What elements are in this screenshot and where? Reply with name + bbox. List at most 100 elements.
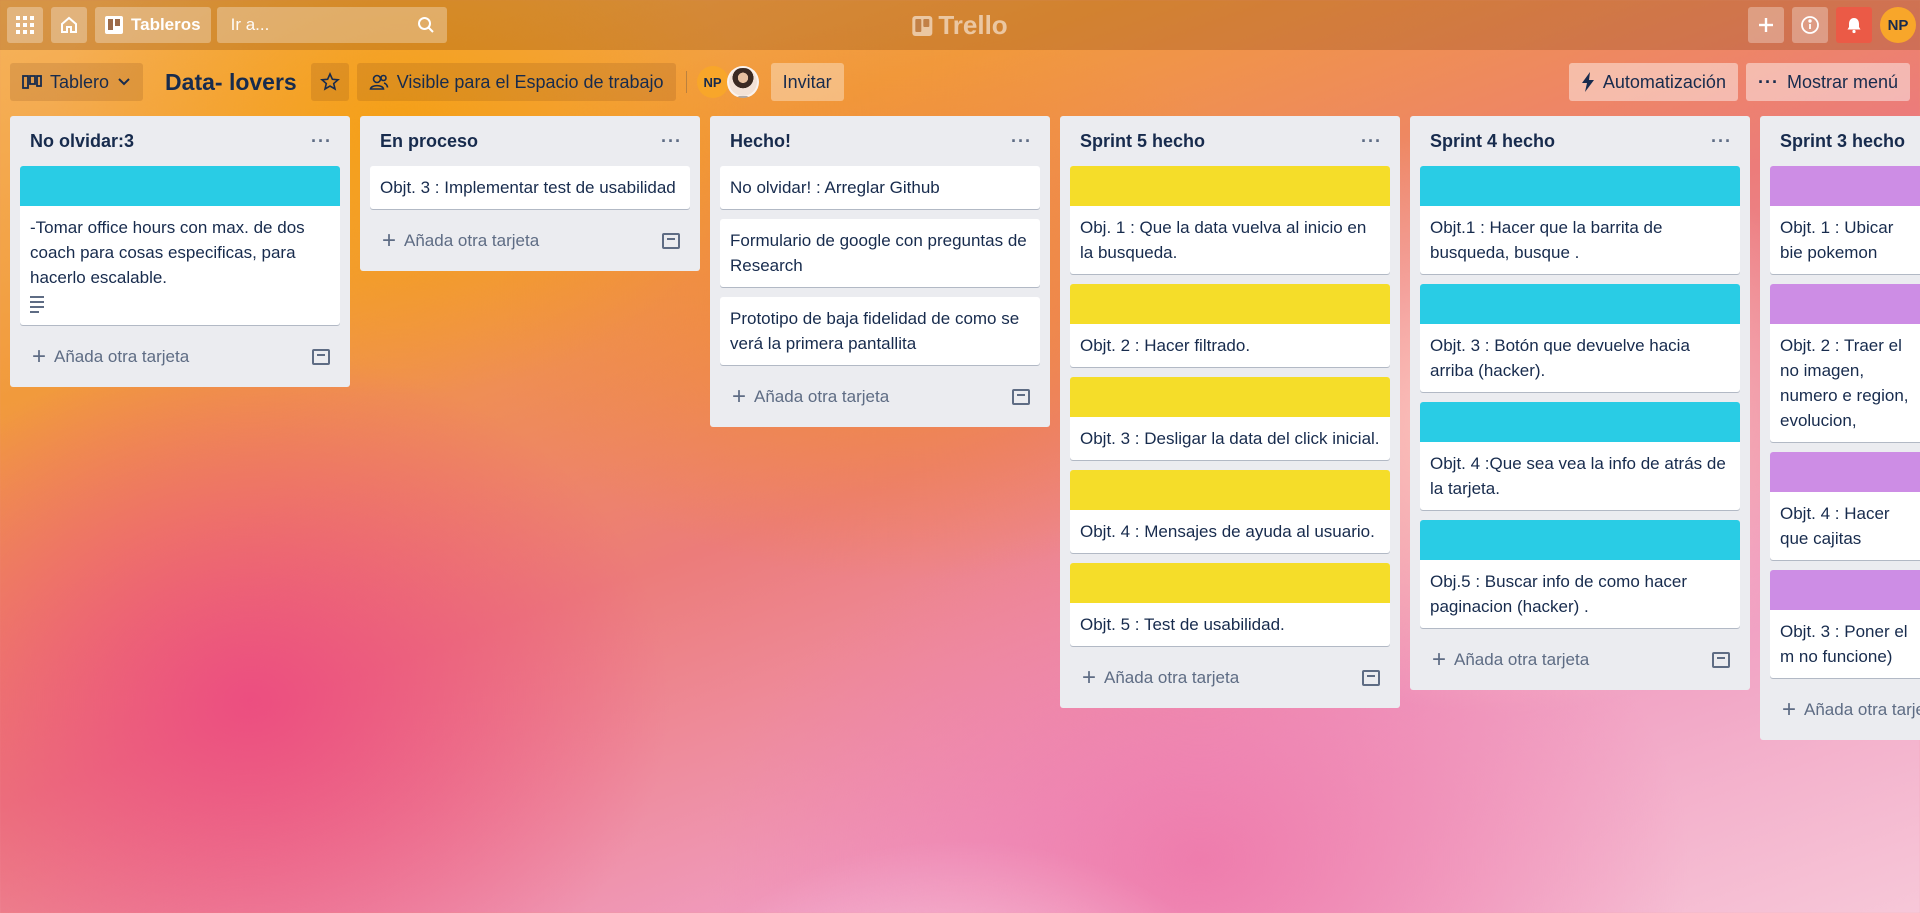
card[interactable]: Objt. 3 : Implementar test de usabilidad <box>370 166 690 209</box>
list-sprint-4: Sprint 4 hecho ··· Objt.1 : Hacer que la… <box>1410 116 1750 690</box>
plus-icon <box>1759 18 1773 32</box>
add-card-button[interactable]: + Añada otra tarjeta <box>732 385 890 409</box>
user-avatar[interactable]: NP <box>1880 7 1916 43</box>
list-menu-icon[interactable]: ··· <box>1361 131 1382 152</box>
list-title[interactable]: Hecho! <box>730 131 791 152</box>
add-card-button[interactable]: + Añada otra tarjeta <box>1782 698 1920 722</box>
card-text: Formulario de google con preguntas de Re… <box>730 231 1027 275</box>
list-menu-icon[interactable]: ··· <box>661 131 682 152</box>
people-icon <box>369 74 389 90</box>
list-sprint-3: Sprint 3 hecho Objt. 1 : Ubicar bie poke… <box>1760 116 1920 740</box>
card-cover <box>1420 402 1740 442</box>
card[interactable]: -Tomar office hours con max. de dos coac… <box>20 166 340 325</box>
card-template-icon[interactable] <box>1012 389 1030 405</box>
invite-label: Invitar <box>782 71 832 92</box>
board-view-icon <box>22 75 42 89</box>
card-template-icon[interactable] <box>662 233 680 249</box>
card-cover <box>1070 377 1390 417</box>
trello-logo[interactable]: Trello <box>912 10 1008 41</box>
card-text: Objt. 3 : Implementar test de usabilidad <box>380 178 676 197</box>
card[interactable]: Objt. 4 :Que sea vea la info de atrás de… <box>1420 402 1740 510</box>
add-card-label: Añada otra tarjeta <box>404 231 540 250</box>
boards-label: Tableros <box>131 15 201 34</box>
list-menu-icon[interactable]: ··· <box>1011 131 1032 152</box>
list-title[interactable]: Sprint 5 hecho <box>1080 131 1205 152</box>
list-title[interactable]: Sprint 4 hecho <box>1430 131 1555 152</box>
add-card-button[interactable]: + Añada otra tarjeta <box>1432 648 1590 672</box>
search-box[interactable] <box>216 7 447 43</box>
card[interactable]: Objt. 3 : Desligar la data del click ini… <box>1070 377 1390 460</box>
add-card-button[interactable]: + Añada otra tarjeta <box>1082 664 1239 691</box>
card-text: Objt. 3 : Desligar la data del click ini… <box>1080 429 1380 448</box>
notifications-button[interactable] <box>1836 7 1872 43</box>
card[interactable]: Objt. 5 : Test de usabilidad. <box>1070 563 1390 646</box>
card[interactable]: Objt. 3 : Botón que devuelve hacia arrib… <box>1420 284 1740 392</box>
create-button[interactable] <box>1748 7 1784 43</box>
add-card-row: + Añada otra tarjeta <box>370 219 690 263</box>
lightning-icon <box>1581 72 1594 92</box>
header-divider <box>685 71 687 93</box>
list-menu-icon[interactable]: ··· <box>311 131 332 152</box>
card-text: Objt. 2 : Hacer filtrado. <box>1080 336 1251 355</box>
board-icon <box>105 16 123 34</box>
card[interactable]: Formulario de google con preguntas de Re… <box>720 219 1040 287</box>
board-title[interactable]: Data- lovers <box>165 69 297 96</box>
card-template-icon[interactable] <box>312 349 330 365</box>
card-text: -Tomar office hours con max. de dos coac… <box>30 218 305 287</box>
list-title[interactable]: No olvidar:3 <box>30 131 134 152</box>
invite-button[interactable]: Invitar <box>770 63 844 101</box>
list-header[interactable]: Hecho! ··· <box>720 116 1040 166</box>
card-cover <box>1070 470 1390 510</box>
card[interactable]: Objt. 2 : Hacer filtrado. <box>1070 284 1390 367</box>
view-label: Tablero <box>50 71 110 92</box>
plus-icon: + <box>1082 664 1097 691</box>
card-text: Prototipo de baja fidelidad de como se v… <box>730 309 1020 353</box>
card-text: Objt. 3 : Poner el m no funcione) <box>1780 622 1908 666</box>
list-hecho: Hecho! ··· No olvidar! : Arreglar Github… <box>710 116 1050 427</box>
list-header[interactable]: Sprint 3 hecho <box>1770 116 1920 166</box>
add-card-button[interactable]: + Añada otra tarjeta <box>32 345 189 369</box>
list-header[interactable]: Sprint 5 hecho ··· <box>1070 116 1390 166</box>
list-no-olvidar: No olvidar:3 ··· -Tomar office hours con… <box>10 116 350 387</box>
visibility-button[interactable]: Visible para el Espacio de trabajo <box>356 63 676 101</box>
add-card-label: Añada otra tarjeta <box>754 387 890 406</box>
card[interactable]: Objt. 2 : Traer el no imagen, numero e r… <box>1770 284 1920 442</box>
card[interactable]: Obj. 1 : Que la data vuelva al inicio en… <box>1070 166 1390 274</box>
list-header[interactable]: Sprint 4 hecho ··· <box>1420 116 1740 166</box>
card[interactable]: Prototipo de baja fidelidad de como se v… <box>720 297 1040 365</box>
list-header[interactable]: En proceso ··· <box>370 116 690 166</box>
card[interactable]: No olvidar! : Arreglar Github <box>720 166 1040 209</box>
card-text: Objt. 1 : Ubicar bie pokemon <box>1780 218 1894 262</box>
card-template-icon[interactable] <box>1712 652 1730 668</box>
card[interactable]: Objt. 4 : Mensajes de ayuda al usuario. <box>1070 470 1390 553</box>
add-card-row: + Añada otra tarjeta <box>1420 638 1740 682</box>
card-template-icon[interactable] <box>1362 670 1380 686</box>
automation-button[interactable]: Automatización <box>1568 63 1738 101</box>
info-button[interactable] <box>1792 7 1828 43</box>
list-menu-icon[interactable]: ··· <box>1711 131 1732 152</box>
card[interactable]: Objt. 4 : Hacer que cajitas <box>1770 452 1920 560</box>
card[interactable]: Objt. 1 : Ubicar bie pokemon <box>1770 166 1920 274</box>
apps-switcher-button[interactable] <box>7 7 43 43</box>
add-card-button[interactable]: + Añada otra tarjeta <box>382 229 540 253</box>
boards-button[interactable]: Tableros <box>95 7 211 43</box>
info-icon <box>1801 16 1819 34</box>
add-card-row: + Añada otra tarjeta <box>1770 688 1920 732</box>
star-board-button[interactable] <box>310 63 349 101</box>
card[interactable]: Objt. 3 : Poner el m no funcione) <box>1770 570 1920 678</box>
list-header[interactable]: No olvidar:3 ··· <box>20 116 340 166</box>
search-input[interactable] <box>228 14 403 36</box>
member-avatar[interactable]: NP <box>696 66 729 98</box>
add-card-label: Añada otra tarjeta <box>1454 650 1590 669</box>
view-switcher-button[interactable]: Tablero <box>10 63 144 101</box>
card[interactable]: Objt.1 : Hacer que la barrita de busqued… <box>1420 166 1740 274</box>
card-cover <box>1420 284 1740 324</box>
list-title[interactable]: Sprint 3 hecho <box>1780 131 1905 152</box>
list-title[interactable]: En proceso <box>380 131 478 152</box>
home-button[interactable] <box>51 7 87 43</box>
card-cover <box>1420 520 1740 560</box>
member-photo-avatar[interactable] <box>726 66 759 98</box>
show-menu-button[interactable]: ··· Mostrar menú <box>1745 63 1910 101</box>
add-card-label: Añada otra tarjeta <box>1804 700 1920 719</box>
card[interactable]: Obj.5 : Buscar info de como hacer pagina… <box>1420 520 1740 628</box>
